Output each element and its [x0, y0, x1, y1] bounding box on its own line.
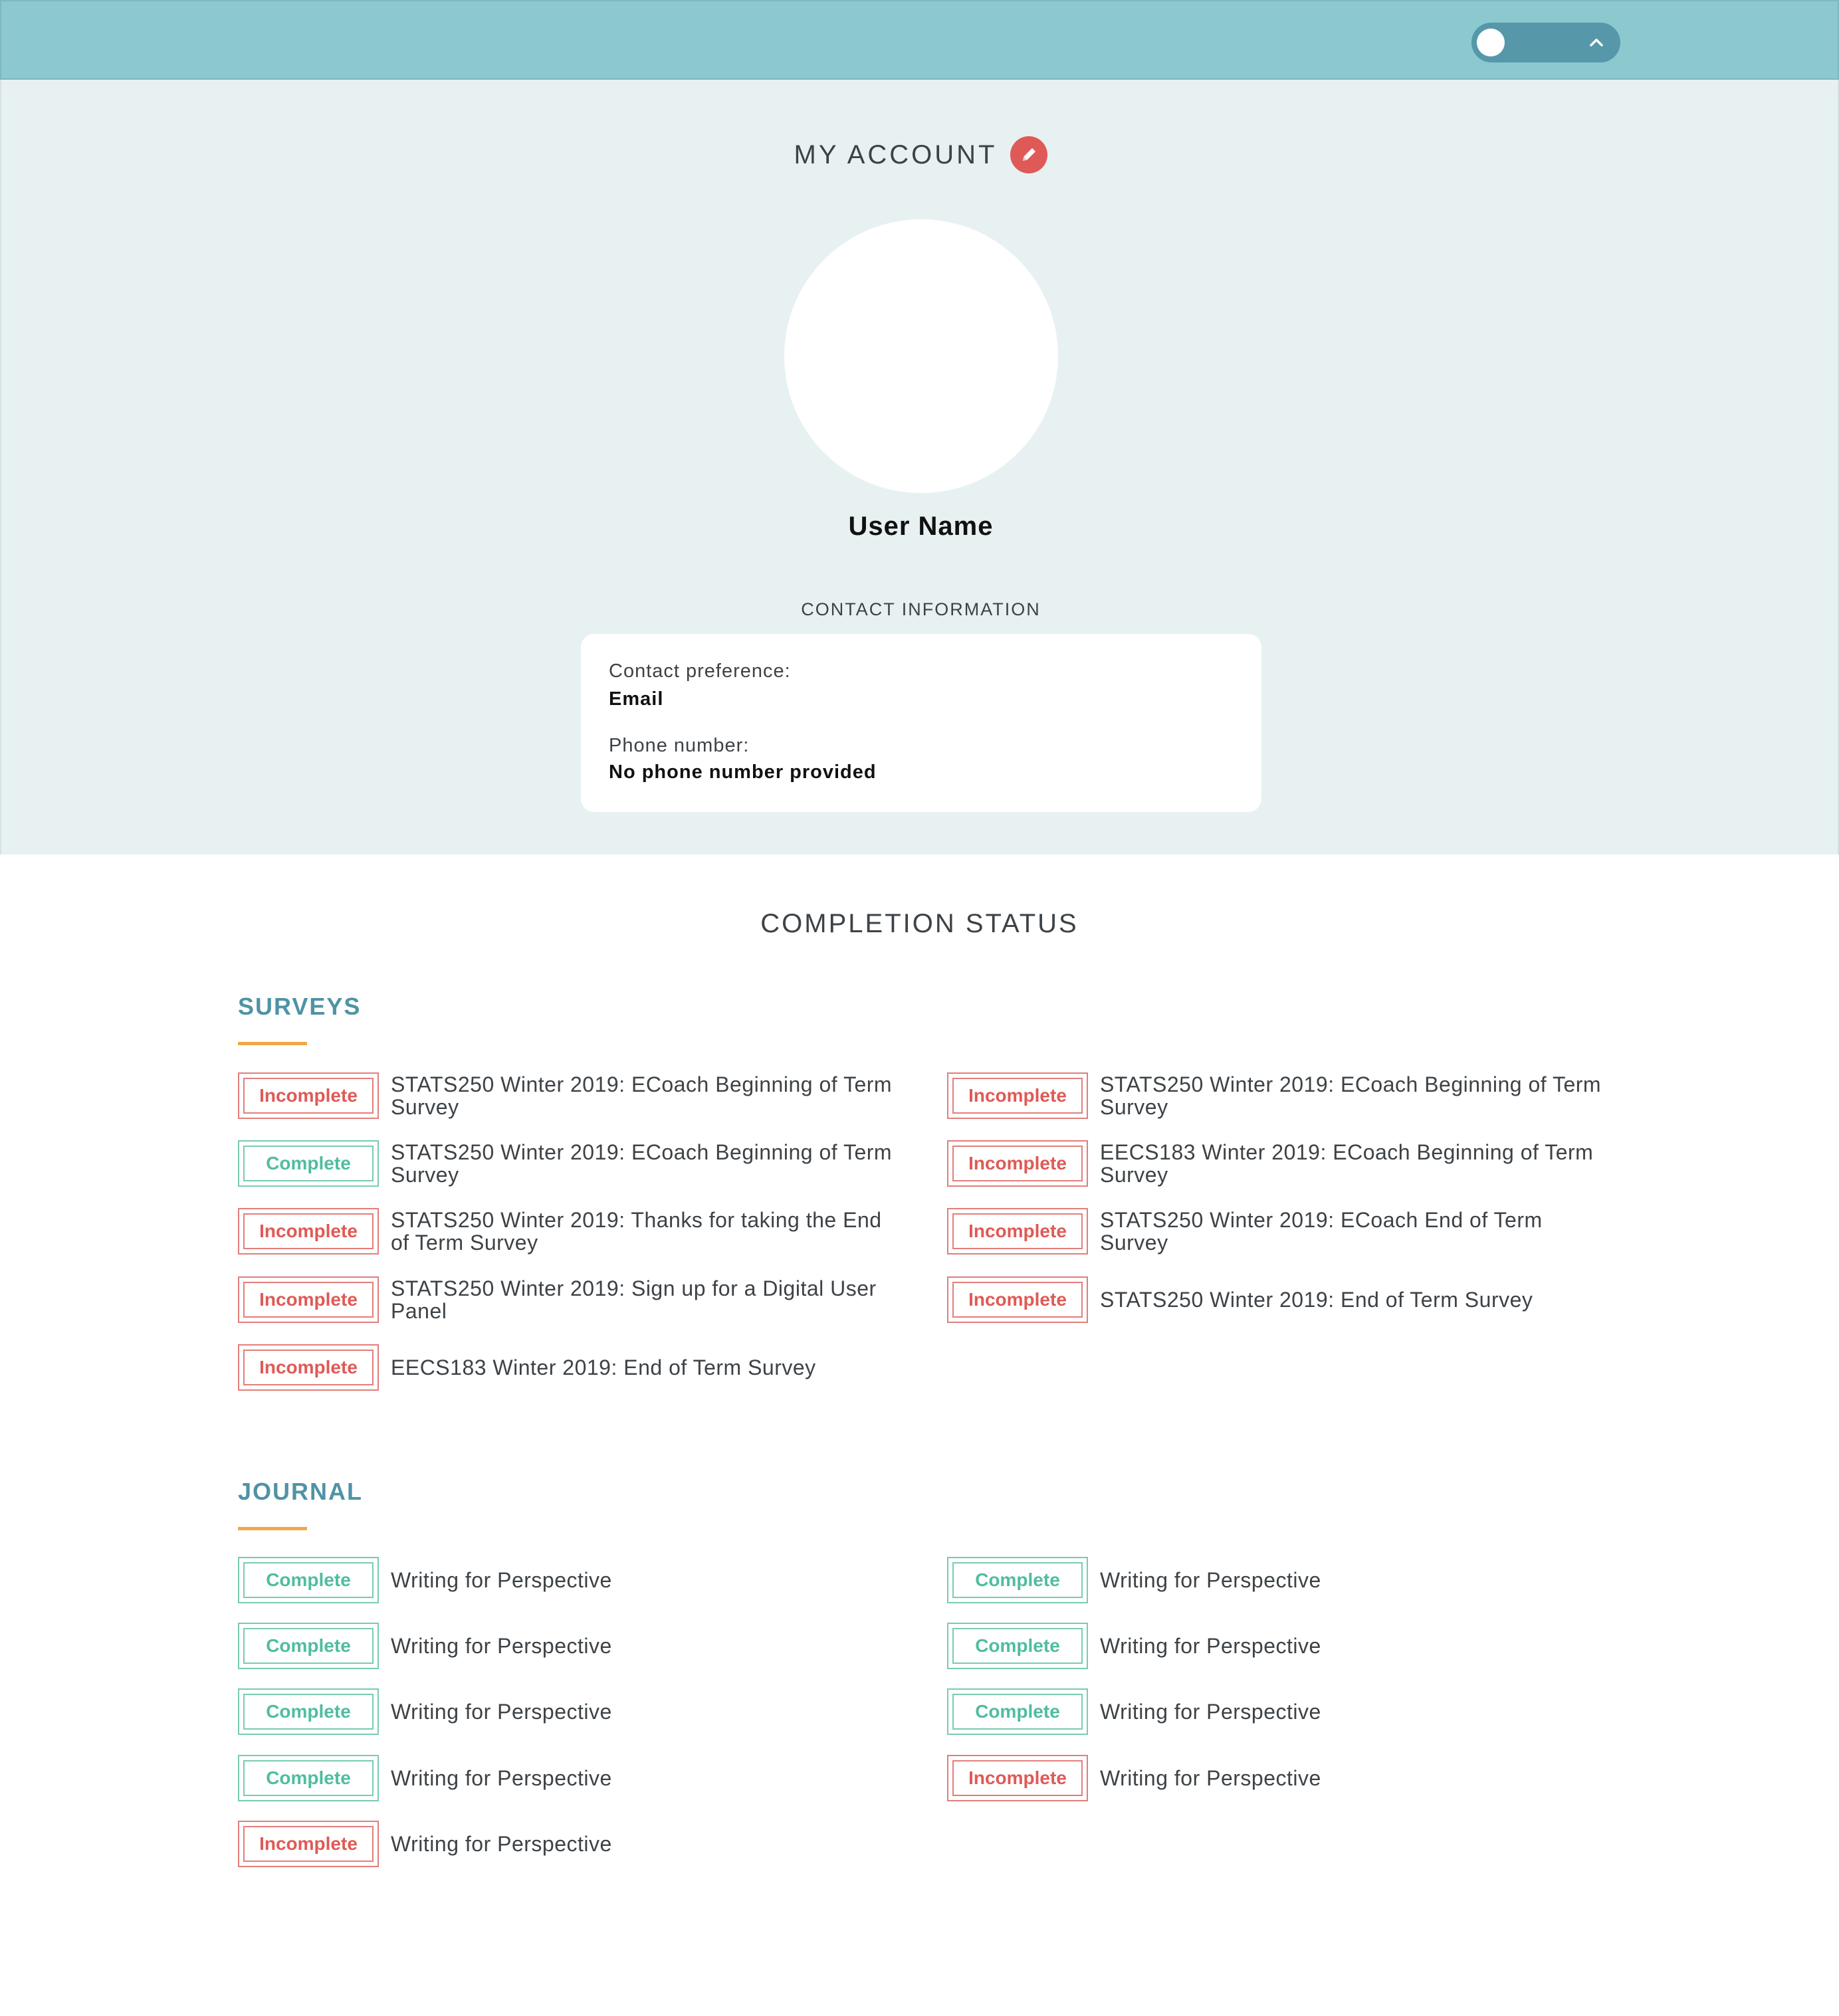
journal-title[interactable]: Writing for Perspective — [1100, 1767, 1605, 1789]
phone-number-label: Phone number: — [609, 735, 750, 756]
journal-item[interactable]: Complete Writing for Perspective — [238, 1688, 896, 1735]
toggle-knob[interactable] — [1477, 29, 1505, 56]
survey-item[interactable]: Incomplete STATS250 Winter 2019: End of T… — [947, 1276, 1605, 1323]
status-badge: Incomplete — [947, 1140, 1088, 1187]
status-badge: Incomplete — [947, 1276, 1088, 1323]
journal-title[interactable]: Writing for Perspective — [391, 1635, 896, 1657]
journal-title[interactable]: Writing for Perspective — [391, 1700, 896, 1723]
account-title-row: MY ACCOUNT — [1, 132, 1839, 178]
status-badge: Incomplete — [238, 1276, 379, 1323]
journal-title[interactable]: Writing for Perspective — [1100, 1700, 1605, 1723]
journal-title[interactable]: Writing for Perspective — [1100, 1635, 1605, 1657]
status-badge: Incomplete — [238, 1208, 379, 1255]
completion-status-heading: COMPLETION STATUS — [760, 909, 1079, 938]
phone-number-value: No phone number provided — [609, 761, 877, 783]
survey-title[interactable]: STATS250 Winter 2019: End of Term Survey — [1100, 1288, 1605, 1311]
survey-title[interactable]: EECS183 Winter 2019: End of Term Survey — [391, 1356, 896, 1379]
surveys-underline — [238, 1042, 307, 1045]
contact-preference-label: Contact preference: — [609, 660, 791, 682]
status-badge: Incomplete — [947, 1755, 1088, 1801]
contact-preference-value: Email — [609, 688, 664, 710]
status-badge: Complete — [238, 1688, 379, 1735]
journal-item[interactable]: Complete Writing for Perspective — [238, 1557, 896, 1603]
survey-item[interactable]: Incomplete STATS250 Winter 2019: ECoach B… — [238, 1072, 896, 1119]
status-badge: Complete — [947, 1623, 1088, 1669]
survey-item[interactable]: Incomplete STATS250 Winter 2019: Thanks f… — [238, 1208, 896, 1255]
survey-title[interactable]: STATS250 Winter 2019: ECoach Beginning o… — [1100, 1073, 1605, 1118]
journal-heading: JOURNAL — [238, 1478, 364, 1505]
status-badge: Incomplete — [947, 1072, 1088, 1119]
journal-title[interactable]: Writing for Perspective — [1100, 1569, 1605, 1591]
avatar — [784, 219, 1058, 493]
contact-card: Contact preference: Email Phone number: … — [581, 634, 1261, 812]
journal-item[interactable]: Complete Writing for Perspective — [238, 1755, 896, 1801]
journal-title[interactable]: Writing for Perspective — [391, 1767, 896, 1789]
survey-item[interactable]: Incomplete EECS183 Winter 2019: End of Te… — [238, 1344, 896, 1391]
survey-item[interactable]: Incomplete EECS183 Winter 2019: ECoach Be… — [947, 1140, 1605, 1187]
status-badge: Incomplete — [238, 1344, 379, 1391]
status-badge: Complete — [238, 1623, 379, 1669]
survey-item[interactable]: Incomplete STATS250 Winter 2019: ECoach E… — [947, 1208, 1605, 1255]
menu-toggle[interactable] — [1471, 23, 1620, 62]
journal-title[interactable]: Writing for Perspective — [391, 1569, 896, 1591]
status-badge: Complete — [238, 1140, 379, 1187]
pencil-icon — [1023, 148, 1036, 161]
status-badge: Incomplete — [947, 1208, 1088, 1255]
journal-item[interactable]: Complete Writing for Perspective — [947, 1623, 1605, 1669]
survey-title[interactable]: STATS250 Winter 2019: ECoach Beginning o… — [391, 1141, 896, 1186]
top-bar — [0, 0, 1839, 80]
status-badge: Complete — [238, 1557, 379, 1603]
status-badge: Complete — [947, 1688, 1088, 1735]
status-badge: Complete — [238, 1755, 379, 1801]
user-name: User Name — [848, 512, 994, 541]
survey-title[interactable]: EECS183 Winter 2019: ECoach Beginning of… — [1100, 1141, 1605, 1186]
chevron-up-icon[interactable] — [1587, 33, 1606, 52]
edit-account-button[interactable] — [1010, 136, 1048, 173]
survey-item[interactable]: Complete STATS250 Winter 2019: ECoach Beg… — [238, 1140, 896, 1187]
journal-title[interactable]: Writing for Perspective — [391, 1833, 896, 1855]
page-title: MY ACCOUNT — [794, 140, 998, 169]
status-badge: Incomplete — [238, 1072, 379, 1119]
survey-title[interactable]: STATS250 Winter 2019: ECoach Beginning o… — [391, 1073, 896, 1118]
status-badge: Complete — [947, 1557, 1088, 1603]
journal-underline — [238, 1527, 307, 1530]
contact-information-heading: CONTACT INFORMATION — [801, 599, 1041, 619]
surveys-heading: SURVEYS — [238, 993, 362, 1020]
journal-item[interactable]: Complete Writing for Perspective — [947, 1557, 1605, 1603]
survey-item[interactable]: Incomplete STATS250 Winter 2019: ECoach B… — [947, 1072, 1605, 1119]
journal-item[interactable]: Incomplete Writing for Perspective — [947, 1755, 1605, 1801]
journal-item[interactable]: Complete Writing for Perspective — [238, 1623, 896, 1669]
status-badge: Incomplete — [238, 1821, 379, 1867]
journal-item[interactable]: Incomplete Writing for Perspective — [238, 1821, 896, 1867]
survey-title[interactable]: STATS250 Winter 2019: Thanks for taking … — [391, 1209, 896, 1254]
journal-item[interactable]: Complete Writing for Perspective — [947, 1688, 1605, 1735]
account-section: MY ACCOUNT User Name CONTACT INFORMATION… — [0, 80, 1839, 855]
survey-item[interactable]: Incomplete STATS250 Winter 2019: Sign up … — [238, 1276, 896, 1323]
survey-title[interactable]: STATS250 Winter 2019: Sign up for a Digi… — [391, 1277, 896, 1322]
survey-title[interactable]: STATS250 Winter 2019: ECoach End of Term… — [1100, 1209, 1605, 1254]
